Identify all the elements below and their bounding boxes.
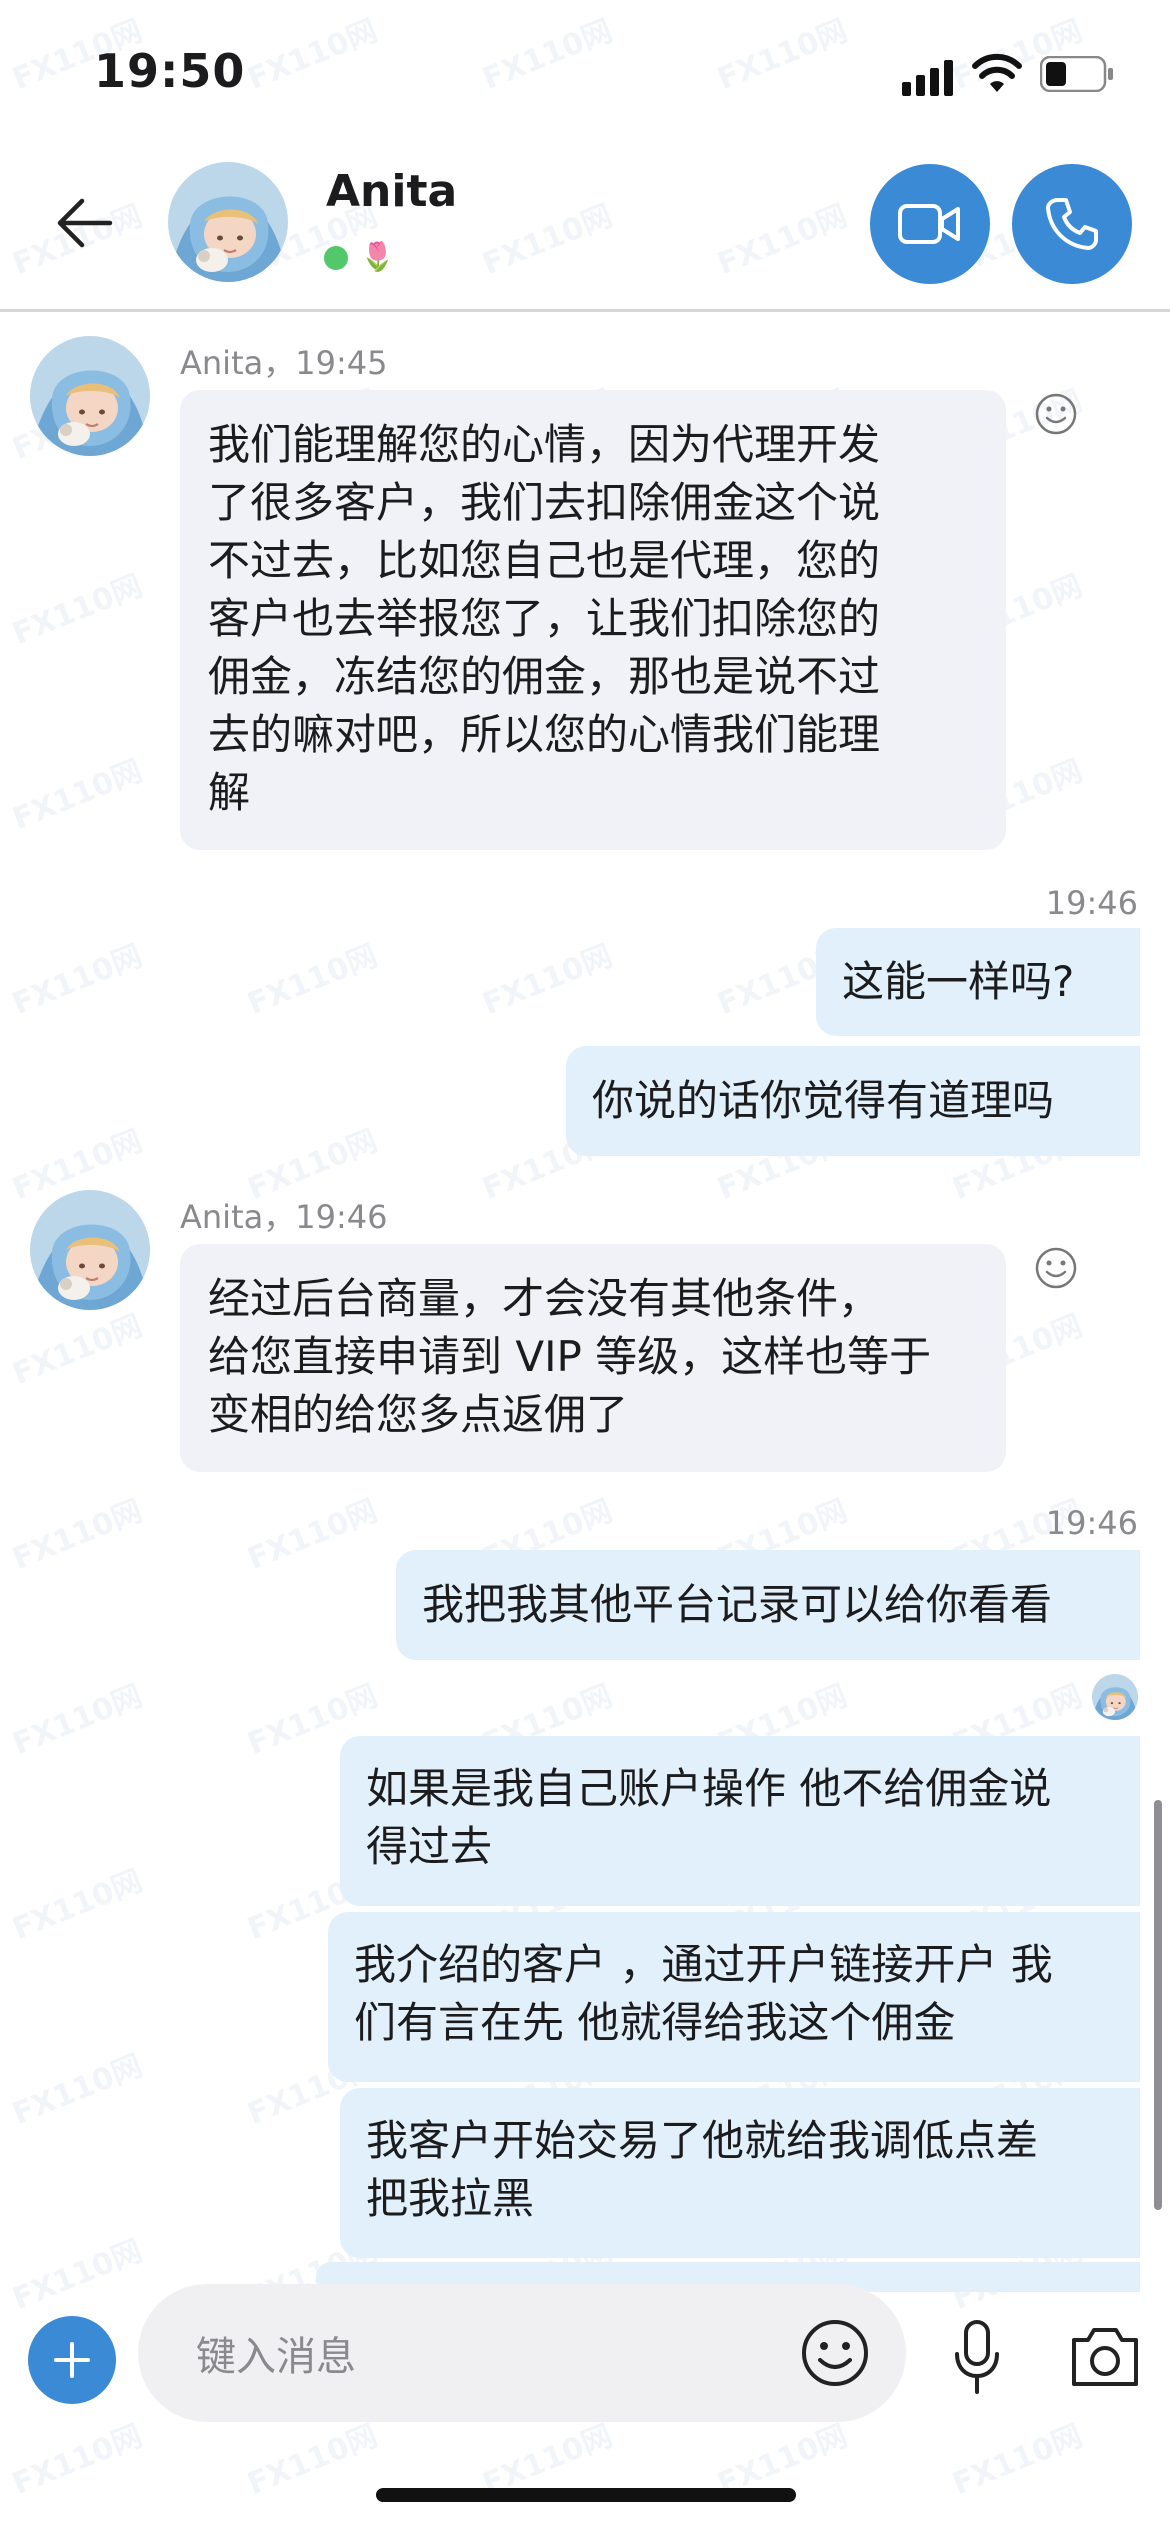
watermark-text: FX110网 bbox=[712, 13, 853, 97]
contact-name[interactable]: Anita bbox=[326, 166, 457, 217]
message-time: 19:46 bbox=[1045, 1504, 1138, 1542]
status-emoji: 🌷 bbox=[360, 240, 395, 273]
read-receipt-avatar bbox=[1092, 1674, 1138, 1720]
watermark-text: FX110网 bbox=[242, 938, 383, 1022]
outgoing-message-bubble[interactable]: 如果是我自己账户操作 他不给佣金说 得过去 bbox=[340, 1736, 1140, 1906]
contact-avatar[interactable] bbox=[168, 162, 288, 282]
outgoing-message-bubble[interactable]: 你说的话你觉得有道理吗 bbox=[566, 1046, 1140, 1156]
watermark-text: FX110网 bbox=[7, 1493, 148, 1577]
plus-icon bbox=[54, 2342, 90, 2378]
chat-scrollbar[interactable] bbox=[1154, 1800, 1162, 2210]
message-input-placeholder[interactable]: 键入消息 bbox=[196, 2324, 356, 2382]
watermark-text: FX110网 bbox=[477, 938, 618, 1022]
watermark-text: FX110网 bbox=[7, 2048, 148, 2132]
sender-avatar[interactable] bbox=[30, 336, 150, 456]
watermark-text: FX110网 bbox=[7, 1678, 148, 1762]
reaction-smiley-icon[interactable] bbox=[1034, 1246, 1078, 1290]
microphone-icon[interactable] bbox=[952, 2320, 1002, 2394]
watermark-text: FX110网 bbox=[7, 938, 148, 1022]
battery-icon bbox=[1040, 56, 1113, 92]
cellular-signal-icon bbox=[902, 60, 953, 96]
smiley-icon[interactable] bbox=[800, 2318, 870, 2388]
message-time: 19:46 bbox=[1045, 884, 1138, 922]
watermark-text: FX110网 bbox=[242, 1493, 383, 1577]
voice-call-button[interactable] bbox=[1012, 164, 1132, 284]
header-divider bbox=[0, 309, 1170, 312]
watermark-text: FX110网 bbox=[947, 2418, 1088, 2502]
watermark-text: FX110网 bbox=[242, 2418, 383, 2502]
camera-icon[interactable] bbox=[1068, 2324, 1142, 2390]
sender-avatar[interactable] bbox=[30, 1190, 150, 1310]
home-indicator bbox=[376, 2488, 796, 2502]
incoming-message-bubble[interactable]: 我们能理解您的心情，因为代理开发 了很多客户，我们去扣除佣金这个说 不过去，比如… bbox=[180, 390, 1006, 850]
watermark-text: FX110网 bbox=[242, 13, 383, 97]
watermark-text: FX110网 bbox=[7, 2233, 148, 2317]
watermark-text: FX110网 bbox=[7, 753, 148, 837]
reaction-smiley-icon[interactable] bbox=[1034, 392, 1078, 436]
wifi-icon bbox=[972, 53, 1022, 92]
message-sender-time: Anita，19:45 bbox=[180, 344, 388, 382]
watermark-text: FX110网 bbox=[477, 198, 618, 282]
incoming-message-bubble[interactable]: 经过后台商量，才会没有其他条件， 给您直接申请到 VIP 等级，这样也等于 变相… bbox=[180, 1244, 1006, 1472]
message-sender-time: Anita，19:46 bbox=[180, 1198, 388, 1236]
phone-icon bbox=[1046, 198, 1098, 250]
online-status-dot bbox=[324, 246, 348, 270]
watermark-text: FX110网 bbox=[7, 2418, 148, 2502]
outgoing-message-bubble[interactable]: 这能一样吗? bbox=[816, 928, 1140, 1036]
outgoing-message-bubble[interactable]: 我客户开始交易了他就给我调低点差 把我拉黑 bbox=[340, 2088, 1140, 2258]
watermark-text: FX110网 bbox=[7, 1863, 148, 1947]
add-attachment-button[interactable] bbox=[28, 2316, 116, 2404]
outgoing-message-bubble[interactable]: 我介绍的客户 ，通过开户链接开户 我 们有言在先 他就得给我这个佣金 bbox=[328, 1912, 1140, 2082]
video-camera-icon bbox=[898, 204, 960, 244]
watermark-text: FX110网 bbox=[477, 13, 618, 97]
watermark-text: FX110网 bbox=[7, 1308, 148, 1392]
outgoing-message-bubble[interactable]: 我把我其他平台记录可以给你看看 bbox=[396, 1550, 1140, 1660]
video-call-button[interactable] bbox=[870, 164, 990, 284]
status-time: 19:50 bbox=[94, 44, 246, 98]
watermark-text: FX110网 bbox=[712, 198, 853, 282]
watermark-text: FX110网 bbox=[7, 568, 148, 652]
arrow-left-icon[interactable] bbox=[52, 190, 118, 256]
